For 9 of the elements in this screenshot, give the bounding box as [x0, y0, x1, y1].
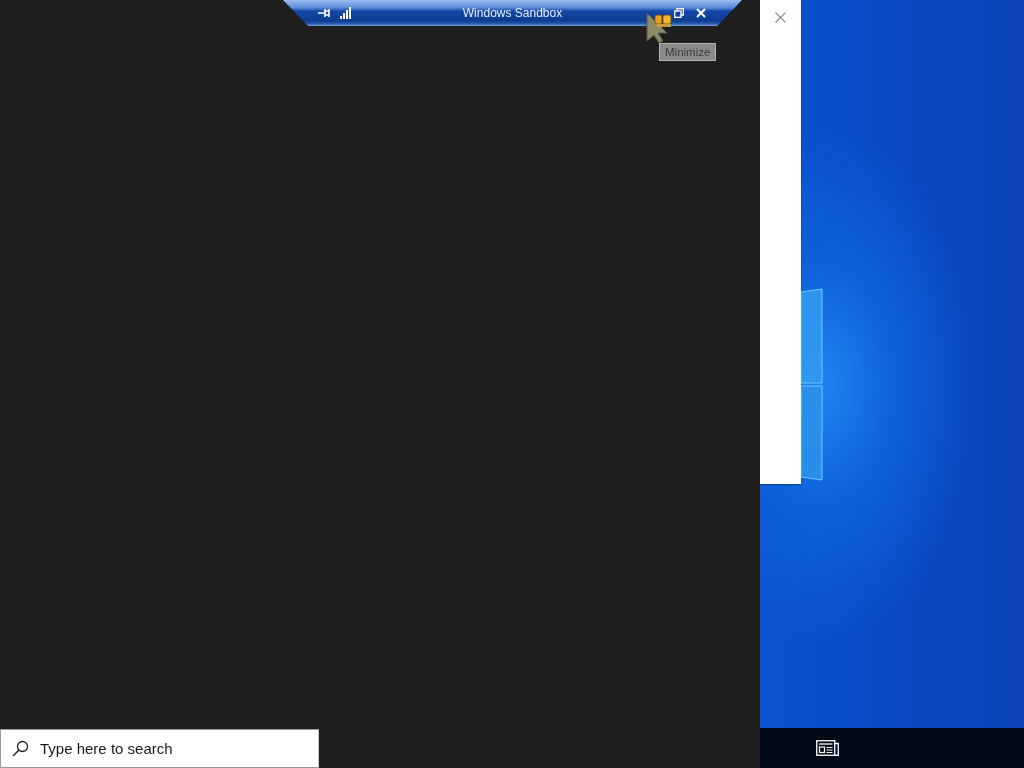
pin-icon[interactable]	[318, 8, 331, 18]
search-field[interactable]: Type here to search	[0, 729, 319, 768]
window-title: Windows Sandbox	[462, 6, 563, 20]
newspaper-icon[interactable]	[816, 740, 839, 756]
cursor-icon	[645, 12, 673, 43]
restore-icon[interactable]	[674, 8, 684, 18]
signal-icon	[340, 7, 351, 19]
search-icon	[12, 740, 29, 757]
tooltip: Minimize	[659, 43, 717, 61]
